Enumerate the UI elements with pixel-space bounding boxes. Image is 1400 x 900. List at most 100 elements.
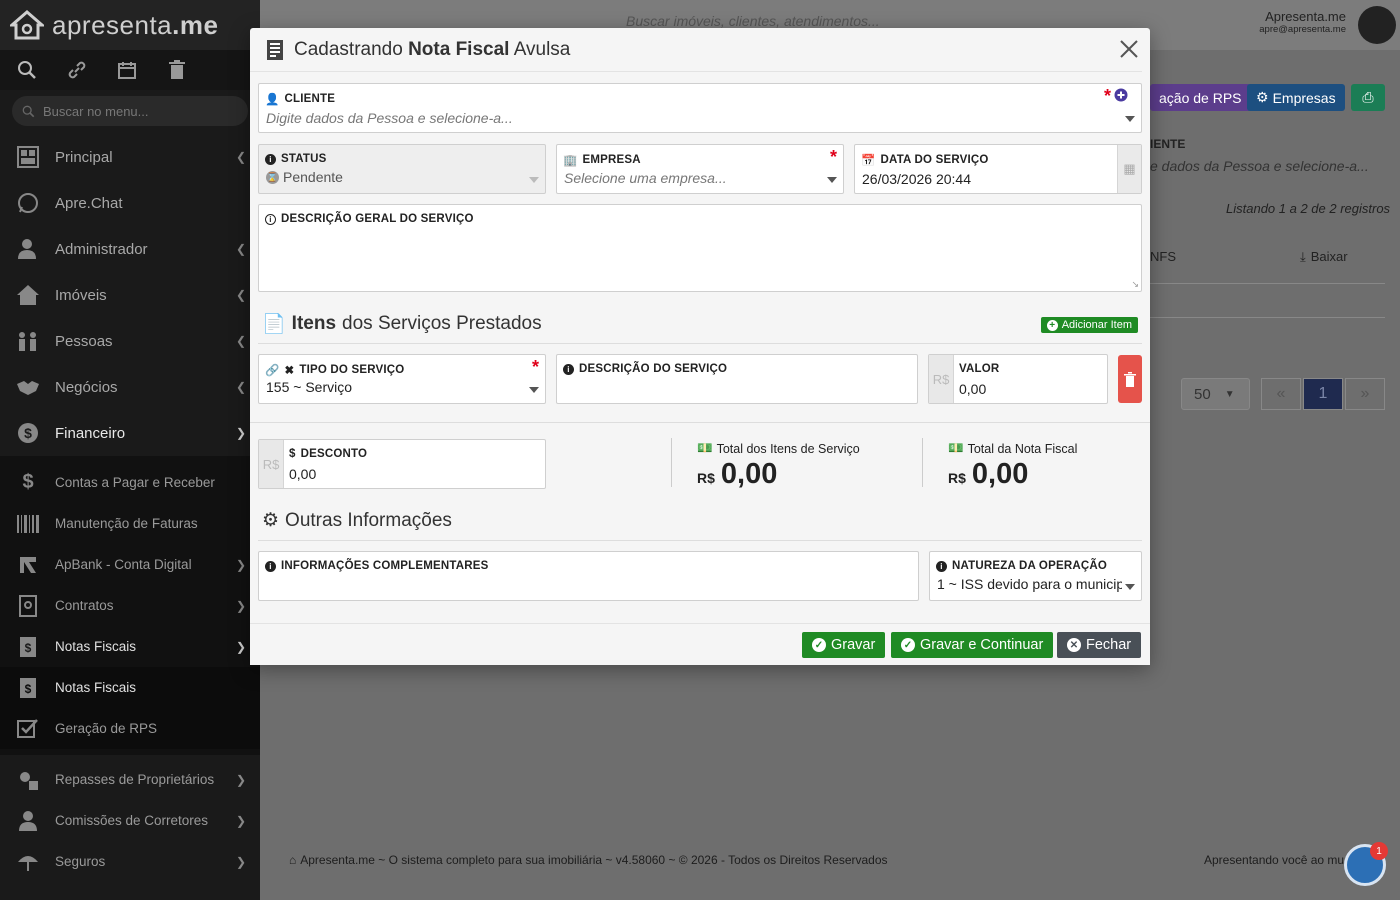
gravar-button[interactable]: ✓ Gravar: [802, 632, 886, 658]
first-page-button[interactable]: «: [1261, 378, 1301, 410]
sidebar-item-geracao-rps[interactable]: Geração de RPS: [0, 708, 260, 749]
status-label: i STATUS: [265, 153, 327, 165]
footer-right: Apresentando você ao mun: [1204, 853, 1351, 867]
info-icon: i: [563, 363, 574, 375]
print-icon: ⎙: [1362, 89, 1374, 105]
calendar-picker-icon[interactable]: ▦: [1117, 145, 1141, 193]
empresa-field[interactable]: 🏢 EMPRESA * Selecione uma empresa...: [556, 144, 844, 194]
sidebar-item-aprechat[interactable]: Apre.Chat: [0, 180, 260, 226]
data-servico-label: 📅 DATA DO SERVIÇO: [861, 154, 989, 167]
total-itens-label: Total dos Itens de Serviço: [716, 441, 860, 456]
sidebar-item-seguros[interactable]: Seguros ❯: [0, 841, 260, 882]
chevron-down-icon: [1125, 584, 1135, 590]
desconto-value: 0,00: [289, 466, 317, 482]
user-email: apre@apresenta.me: [1259, 24, 1346, 35]
user-tie-icon: [16, 809, 40, 833]
sidebar-item-contas[interactable]: $ Contas a Pagar e Receber: [0, 462, 260, 503]
svg-text:$: $: [25, 682, 32, 696]
sidebar-item-principal[interactable]: Principal ❮: [0, 134, 260, 180]
trash-icon[interactable]: [166, 59, 188, 81]
sidebar-item-notas-fiscais-list[interactable]: $ Notas Fiscais: [0, 667, 260, 708]
sidebar-item-pessoas[interactable]: Pessoas ❮: [0, 318, 260, 364]
status-field[interactable]: i STATUS ⌛ Pendente: [258, 144, 546, 194]
sidebar-item-negocios[interactable]: Negócios ❮: [0, 364, 260, 410]
gravar-continuar-button[interactable]: ✓ Gravar e Continuar: [891, 632, 1054, 658]
handshake-icon: [16, 375, 40, 399]
sidebar-item-imoveis[interactable]: Imóveis ❮: [0, 272, 260, 318]
checkbox-icon: [16, 717, 40, 741]
valor-value: 0,00: [959, 381, 987, 397]
descricao-geral-field[interactable]: i DESCRIÇÃO GERAL DO SERVIÇO ↘: [258, 204, 1142, 292]
empresas-button[interactable]: ⚙ Empresas: [1247, 84, 1345, 111]
sidebar-item-faturas[interactable]: Manutenção de Faturas: [0, 503, 260, 544]
receipt-icon: $: [16, 635, 40, 659]
receipt-icon: [267, 39, 283, 60]
calendar-icon[interactable]: [116, 59, 138, 81]
notas-submenu: $ Notas Fiscais Geração de RPS: [0, 667, 260, 749]
tipo-servico-field[interactable]: 🔗 ✖ TIPO DO SERVIÇO * 155 ~ Serviço: [258, 354, 546, 404]
bg-cliente-label: IENTE: [1150, 137, 1186, 151]
fechar-button[interactable]: ✕ Fechar: [1057, 632, 1142, 658]
plus-circle-icon[interactable]: [1114, 88, 1128, 102]
close-icon[interactable]: [1118, 38, 1140, 60]
resize-handle-icon[interactable]: ↘: [1131, 279, 1139, 290]
modal-header: Cadastrando Nota Fiscal Avulsa: [250, 28, 1142, 72]
search-icon[interactable]: [16, 59, 38, 81]
link-icon[interactable]: 🔗: [265, 363, 280, 377]
sidebar-item-comissoes[interactable]: Comissões de Corretores ❯: [0, 800, 260, 841]
users-icon: [16, 329, 40, 353]
bg-cliente-placeholder[interactable]: e dados da Pessoa e selecione-a...: [1150, 158, 1369, 174]
chevron-left-icon: ❮: [235, 150, 246, 164]
natureza-operacao-value: 1 ~ ISS devido para o municip: [937, 576, 1122, 592]
modal-title: Cadastrando Nota Fiscal Avulsa: [294, 38, 571, 60]
sidebar-item-apbank[interactable]: ApBank - Conta Digital ❯: [0, 544, 260, 585]
divider: [671, 438, 672, 487]
total-itens-value: 0,00: [720, 458, 778, 490]
cliente-placeholder: Digite dados da Pessoa e selecione-a...: [266, 110, 513, 126]
geracao-rps-button[interactable]: ação de RPS: [1150, 84, 1251, 111]
valor-field[interactable]: R$ VALOR 0,00: [928, 354, 1108, 404]
cliente-field[interactable]: 👤 CLIENTE * Digite dados da Pessoa e sele…: [258, 83, 1142, 133]
sidebar-search-input[interactable]: Buscar no menu...: [12, 96, 248, 126]
page-size-select[interactable]: 50 ▼: [1181, 378, 1250, 410]
listing-count: Listando 1 a 2 de 2 registros: [1226, 201, 1391, 216]
chevron-down-icon: [1125, 116, 1135, 122]
home-icon: [16, 283, 40, 307]
total-nota-value: 0,00: [971, 458, 1029, 490]
chevron-left-icon: ❮: [235, 334, 246, 348]
avatar[interactable]: [1358, 6, 1396, 44]
sidebar-item-repasses[interactable]: Repasses de Proprietários ❯: [0, 759, 260, 800]
required-marker: *: [531, 357, 539, 377]
user-menu[interactable]: Apresenta.me apre@apresenta.me: [1259, 9, 1346, 35]
tools-icon: ✖: [284, 365, 295, 377]
logo-text[interactable]: apresenta.me: [52, 10, 218, 41]
required-marker: *: [829, 147, 837, 167]
sidebar-item-notas-fiscais[interactable]: $ Notas Fiscais ❯: [0, 626, 260, 667]
data-servico-field[interactable]: 📅 DATA DO SERVIÇO 26/03/2026 20:44 ▦: [854, 144, 1142, 194]
itens-section-title: 📄 Itens dos Serviços Prestados: [262, 313, 542, 335]
chevron-down-icon: ❯: [235, 639, 246, 654]
outras-section-title: ⚙ Outras Informações: [262, 509, 452, 532]
next-page-button[interactable]: »: [1345, 378, 1385, 410]
natureza-operacao-field[interactable]: i NATUREZA DA OPERAÇÃO 1 ~ ISS devido par…: [929, 551, 1142, 601]
desconto-field[interactable]: R$ $ DESCONTO 0,00: [258, 439, 546, 489]
sidebar-item-financeiro[interactable]: $ Financeiro ❯: [0, 410, 260, 456]
modal-footer: ✓ Gravar ✓ Gravar e Continuar ✕ Fechar: [250, 623, 1150, 665]
tipo-servico-value: 155 ~ Serviço: [266, 379, 352, 395]
info-icon: i: [265, 153, 276, 165]
add-item-button[interactable]: + Adicionar Item: [1040, 317, 1138, 333]
logo-bar: apresenta.me: [0, 0, 260, 50]
print-button[interactable]: ⎙: [1351, 84, 1385, 111]
chevron-left-icon: ❮: [235, 380, 246, 394]
descricao-servico-field[interactable]: i DESCRIÇÃO DO SERVIÇO: [556, 354, 918, 404]
chevron-down-icon: ❯: [235, 557, 246, 572]
contract-icon: [16, 594, 40, 618]
remove-item-button[interactable]: [1118, 355, 1142, 403]
current-page-button[interactable]: 1: [1303, 378, 1343, 410]
link-icon[interactable]: [66, 59, 88, 81]
sidebar-item-contratos[interactable]: Contratos ❯: [0, 585, 260, 626]
chevron-left-icon: ❮: [235, 288, 246, 302]
sidebar-item-administrador[interactable]: Administrador ❮: [0, 226, 260, 272]
info-complementares-field[interactable]: i INFORMAÇÕES COMPLEMENTARES: [258, 551, 919, 601]
building-icon: 🏢: [563, 155, 578, 167]
